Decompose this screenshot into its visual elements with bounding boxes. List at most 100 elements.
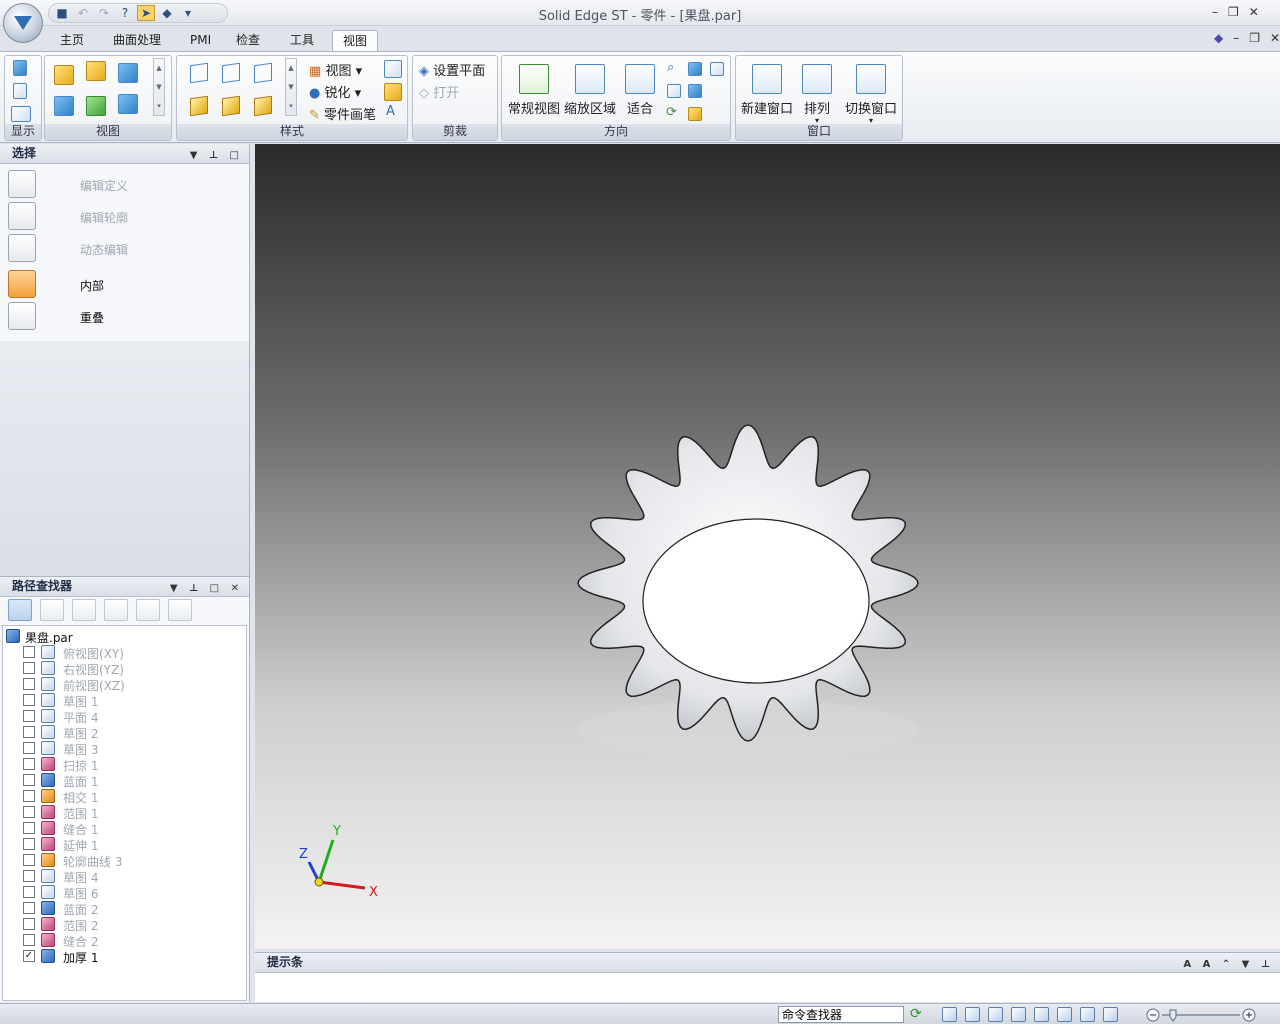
- shaded-edges-style-icon[interactable]: [222, 95, 240, 117]
- doc-close-icon[interactable]: ✕: [1270, 31, 1280, 45]
- tree-item-checkbox[interactable]: [23, 838, 35, 850]
- tree-item[interactable]: 范围 1: [3, 804, 243, 821]
- application-button[interactable]: [3, 3, 43, 43]
- display-dropdown-icon[interactable]: [11, 106, 31, 122]
- switch-window-button[interactable]: 切换窗口 ▾: [840, 64, 902, 125]
- tree-item[interactable]: 右视图(YZ): [3, 660, 243, 677]
- graphics-viewport[interactable]: X Y Z: [255, 144, 1280, 949]
- family-of-parts-icon[interactable]: [136, 599, 160, 621]
- select-item-overlap[interactable]: 重叠: [6, 302, 246, 332]
- close-icon[interactable]: ✕: [1249, 5, 1259, 19]
- qat-dropdown-icon[interactable]: ▾: [179, 5, 197, 21]
- set-plane-button[interactable]: ◈ 设置平面: [419, 60, 485, 79]
- tree-item[interactable]: 缝合 1: [3, 820, 243, 837]
- tree-item-checkbox[interactable]: [23, 902, 35, 914]
- tree-item[interactable]: 轮廓曲线 3: [3, 852, 243, 869]
- tree-item[interactable]: 草图 1: [3, 692, 243, 709]
- rotate-icon[interactable]: [688, 84, 702, 98]
- styles-gallery-scroll[interactable]: ▲ ▼ ▾: [285, 58, 297, 116]
- common-views-button[interactable]: 常规视图: [506, 64, 562, 117]
- save-icon[interactable]: ■: [53, 5, 71, 21]
- tab-surfacing[interactable]: 曲面处理: [103, 30, 171, 51]
- layers-icon[interactable]: [72, 599, 96, 621]
- tree-item-checkbox[interactable]: [23, 822, 35, 834]
- select-panel-controls[interactable]: ▼ ⊥ □: [190, 146, 243, 165]
- view-back-icon[interactable]: [86, 96, 106, 116]
- tree-item[interactable]: 扫掠 1: [3, 756, 243, 773]
- feature-tree-icon[interactable]: [8, 599, 32, 621]
- status-pan-icon[interactable]: [1011, 1007, 1026, 1022]
- tree-item[interactable]: ✓ 加厚 1: [3, 948, 243, 965]
- status-rotate-icon[interactable]: [1034, 1007, 1049, 1022]
- tree-item[interactable]: 缝合 2: [3, 932, 243, 949]
- tree-item-checkbox[interactable]: [23, 918, 35, 930]
- view-top-icon[interactable]: [54, 65, 74, 85]
- zoom-icon[interactable]: ⌕: [667, 60, 674, 75]
- part-painter-button[interactable]: ✎ 零件画笔: [309, 104, 376, 123]
- clip-open-button[interactable]: ◇ 打开: [419, 82, 459, 101]
- zoom-slider-thumb[interactable]: [1169, 1009, 1177, 1022]
- fit-button[interactable]: 适合: [618, 64, 662, 117]
- tree-item-checkbox[interactable]: [23, 694, 35, 706]
- text-style-icon[interactable]: A: [386, 104, 395, 119]
- tree-item-checkbox[interactable]: [23, 742, 35, 754]
- tree-item-checkbox[interactable]: [23, 710, 35, 722]
- tree-item-checkbox[interactable]: [23, 886, 35, 898]
- tree-item-checkbox[interactable]: [23, 662, 35, 674]
- view-overrides-icon[interactable]: [384, 60, 402, 78]
- views-gallery-scroll[interactable]: ▲ ▼ ▾: [153, 58, 165, 116]
- hidden-edges-style-icon[interactable]: [222, 62, 240, 84]
- select-item-edit-definition[interactable]: 编辑定义: [6, 170, 246, 200]
- display-constraints-icon[interactable]: [13, 83, 27, 99]
- prompt-bar-controls[interactable]: A A ⌃ ▼ ⊥: [1183, 955, 1274, 974]
- sketch-view-icon[interactable]: [688, 107, 702, 121]
- status-common-views-icon[interactable]: [1057, 1007, 1072, 1022]
- tree-item[interactable]: 草图 4: [3, 868, 243, 885]
- sensors-icon[interactable]: [104, 599, 128, 621]
- tree-item-checkbox[interactable]: [23, 934, 35, 946]
- select-pointer-icon[interactable]: ➤: [137, 5, 155, 21]
- view-left-icon[interactable]: [54, 96, 74, 116]
- status-fit-icon[interactable]: [988, 1007, 1003, 1022]
- help-book-icon[interactable]: ◆: [1214, 31, 1223, 45]
- pan-icon[interactable]: [688, 62, 702, 76]
- tree-item-checkbox[interactable]: [23, 806, 35, 818]
- zoom-window-icon[interactable]: [710, 62, 724, 76]
- select-item-inside[interactable]: 内部: [6, 270, 246, 300]
- zoom-slider[interactable]: [1146, 1008, 1256, 1022]
- restore-icon[interactable]: ❐: [1228, 5, 1239, 19]
- wireframe-style-icon[interactable]: [190, 62, 208, 84]
- tree-item-checkbox[interactable]: [23, 726, 35, 738]
- tree-item[interactable]: 前视图(XZ): [3, 676, 243, 693]
- tree-item[interactable]: 延伸 1: [3, 836, 243, 853]
- status-zoom-icon[interactable]: [965, 1007, 980, 1022]
- status-zoom-area-icon[interactable]: [942, 1007, 957, 1022]
- spin-about-icon[interactable]: ⟳: [666, 105, 677, 120]
- view-right-icon[interactable]: [118, 63, 138, 83]
- undo-icon[interactable]: ↶: [74, 5, 92, 21]
- tab-pmi[interactable]: PMI: [180, 30, 221, 51]
- tree-item[interactable]: 相交 1: [3, 788, 243, 805]
- tree-item[interactable]: 草图 6: [3, 884, 243, 901]
- tree-item-checkbox[interactable]: [23, 758, 35, 770]
- shaded-visible-edges-style-icon[interactable]: [254, 95, 272, 117]
- shaded-style-icon[interactable]: [190, 95, 208, 117]
- tree-item[interactable]: 草图 2: [3, 724, 243, 741]
- tab-view[interactable]: 视图: [332, 30, 379, 51]
- view-front-icon[interactable]: [86, 61, 106, 81]
- fruit-bowl-model[interactable]: [573, 418, 933, 758]
- tree-item[interactable]: 蓝面 2: [3, 900, 243, 917]
- zoom-area-button[interactable]: 缩放区域: [562, 64, 618, 117]
- doc-minimize-icon[interactable]: –: [1233, 31, 1239, 45]
- tree-item-checkbox[interactable]: [23, 774, 35, 786]
- view-style-button[interactable]: ▦ 视图 ▾: [309, 60, 362, 79]
- tree-item[interactable]: 范围 2: [3, 916, 243, 933]
- new-window-button[interactable]: 新建窗口: [738, 64, 796, 117]
- tab-inspect[interactable]: 检查: [226, 30, 270, 51]
- doc-restore-icon[interactable]: ❐: [1249, 31, 1260, 45]
- view-bottom-icon[interactable]: [118, 94, 138, 114]
- sharpen-button[interactable]: ● 锐化 ▾: [309, 82, 361, 101]
- tree-item-checkbox[interactable]: ✓: [23, 950, 35, 962]
- tree-item[interactable]: 平面 4: [3, 708, 243, 725]
- tab-tools[interactable]: 工具: [280, 30, 324, 51]
